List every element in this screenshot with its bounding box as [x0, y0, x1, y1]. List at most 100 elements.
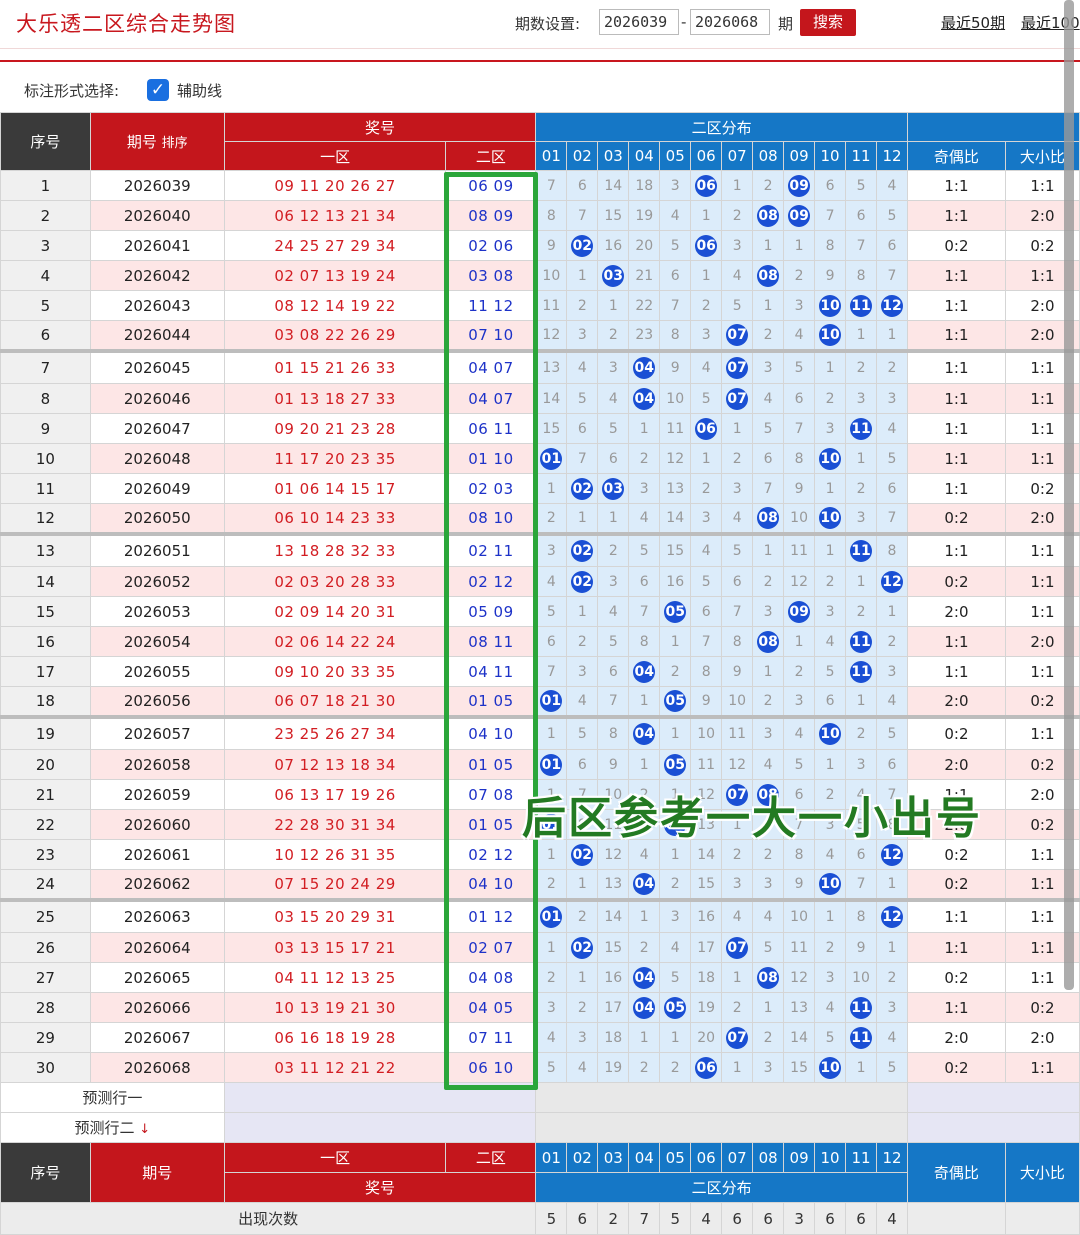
dist-cell: 13 [659, 473, 692, 504]
search-button[interactable]: 搜索 [800, 9, 856, 36]
row-period: 2026067 [89, 1022, 225, 1053]
table-row: 25 2026063 03 15 20 29 31 01 12 01 2 14 1 3 16 4 4 1… [0, 897, 1080, 933]
hit-ball: 10 [819, 323, 842, 346]
scrollbar[interactable] [1064, 0, 1074, 990]
predict-row-two-dist[interactable] [535, 1112, 908, 1143]
dist-cell: 4 [783, 320, 816, 351]
dist-cell: 05 [659, 749, 692, 780]
row-zone1-numbers: 08 12 14 19 22 [223, 290, 447, 321]
hit-ball: 02 [571, 936, 594, 959]
dist-cell: 5 [876, 1052, 908, 1083]
dist-cell: 3 [845, 383, 878, 414]
row-zone2-numbers: 08 11 [445, 626, 537, 657]
dist-cell: 1 [597, 503, 630, 534]
hit-ball: 10 [819, 294, 842, 317]
hit-ball: 05 [664, 600, 687, 623]
dist-cell: 07 [721, 932, 754, 963]
predict-row-two-prize[interactable] [223, 1112, 537, 1143]
dist-cell: 1 [814, 473, 847, 504]
dist-cell: 5 [876, 443, 908, 474]
dist-cell: 12 [783, 962, 816, 993]
dist-cell: 6 [597, 656, 630, 687]
dist-cell: 3 [814, 596, 847, 627]
row-period: 2026050 [89, 503, 225, 534]
dist-cell: 1 [659, 626, 692, 657]
row-zone2-numbers: 01 10 [445, 443, 537, 474]
dist-cell: 6 [535, 626, 568, 657]
hit-ball: 04 [633, 872, 656, 895]
predict-row-one-prize[interactable] [223, 1082, 537, 1113]
dist-cell: 3 [876, 383, 908, 414]
hit-ball: 02 [571, 843, 594, 866]
footer-num-header: 11 [845, 1142, 878, 1173]
row-seq: 24 [0, 869, 91, 900]
dist-cell: 5 [845, 170, 878, 201]
table-row: 20 2026058 07 12 13 18 34 01 05 01 6 9 1 05 11 12 4… [0, 749, 1080, 780]
dist-cell: 9 [814, 260, 847, 291]
hit-ball: 11 [850, 996, 873, 1019]
hit-ball: 05 [664, 689, 687, 712]
dist-cell: 1 [659, 1022, 692, 1053]
dist-cell: 1 [752, 230, 785, 261]
dist-cell: 10 [659, 383, 692, 414]
dist-cell: 1 [845, 566, 878, 597]
hit-ball: 08 [757, 506, 780, 529]
hit-ball: 02 [571, 570, 594, 593]
row-period: 2026063 [89, 897, 225, 933]
dist-cell: 04 [628, 348, 661, 384]
dist-cell: 6 [845, 200, 878, 231]
dist-cell: 2 [535, 869, 568, 900]
hit-ball: 04 [633, 356, 656, 379]
row-big-small: 0:2 [1004, 992, 1080, 1023]
col-period-header[interactable]: 期号 排序 [89, 112, 225, 171]
dist-cell: 22 [628, 290, 661, 321]
period-to-input[interactable] [690, 9, 770, 35]
footer-prize-header: 奖号 [223, 1172, 537, 1203]
dist-cell: 1 [628, 413, 661, 444]
dist-cell: 01 [535, 686, 568, 717]
aux-line-checkbox[interactable]: ✓ [147, 79, 169, 101]
dist-cell: 3 [814, 413, 847, 444]
num-header: 06 [690, 141, 723, 171]
row-seq: 23 [0, 839, 91, 870]
dist-cell: 14 [783, 1022, 816, 1053]
row-period: 2026040 [89, 200, 225, 231]
num-header: 01 [535, 141, 568, 171]
row-zone1-numbers: 06 16 18 19 28 [223, 1022, 447, 1053]
dist-cell: 12 [876, 290, 908, 321]
dist-cell: 5 [597, 626, 630, 657]
dist-cell: 10 [535, 260, 568, 291]
row-seq: 29 [0, 1022, 91, 1053]
row-period: 2026054 [89, 626, 225, 657]
row-odd-even: 2:0 [906, 686, 1006, 717]
dist-cell: 1 [721, 170, 754, 201]
row-odd-even: 2:0 [906, 749, 1006, 780]
num-header: 11 [845, 141, 878, 171]
dist-cell: 03 [597, 473, 630, 504]
row-odd-even: 0:2 [906, 869, 1006, 900]
dist-cell: 2 [814, 932, 847, 963]
period-from-input[interactable] [599, 9, 679, 35]
predict-row-one-dist[interactable] [535, 1082, 908, 1113]
row-seq: 7 [0, 348, 91, 384]
row-zone1-numbers: 02 09 14 20 31 [223, 596, 447, 627]
row-zone2-numbers: 02 11 [445, 531, 537, 567]
hit-ball: 07 [726, 323, 749, 346]
table-row: 3 2026041 24 25 27 29 34 02 06 9 02 16 20 5 06 3 1 1… [0, 230, 1080, 261]
footer-num-header: 03 [597, 1142, 630, 1173]
dist-cell: 01 [535, 749, 568, 780]
hit-ball: 11 [850, 1026, 873, 1049]
dist-cell: 1 [814, 348, 847, 384]
dist-cell: 1 [752, 656, 785, 687]
predict-row-one-label: 预测行一 [0, 1082, 225, 1113]
row-zone1-numbers: 04 11 12 13 25 [223, 962, 447, 993]
sort-button[interactable]: 排序 [162, 136, 188, 151]
footer-num-header: 09 [783, 1142, 816, 1173]
dist-cell: 11 [659, 413, 692, 444]
dist-cell: 7 [845, 869, 878, 900]
table-row: 10 2026048 11 17 20 23 35 01 10 01 7 6 2 12 1 2 6 8 1… [0, 443, 1080, 474]
dist-cell: 6 [566, 170, 599, 201]
recent-50-link[interactable]: 最近50期 [941, 12, 1005, 33]
dist-cell: 3 [721, 869, 754, 900]
hit-ball: 06 [695, 234, 718, 257]
